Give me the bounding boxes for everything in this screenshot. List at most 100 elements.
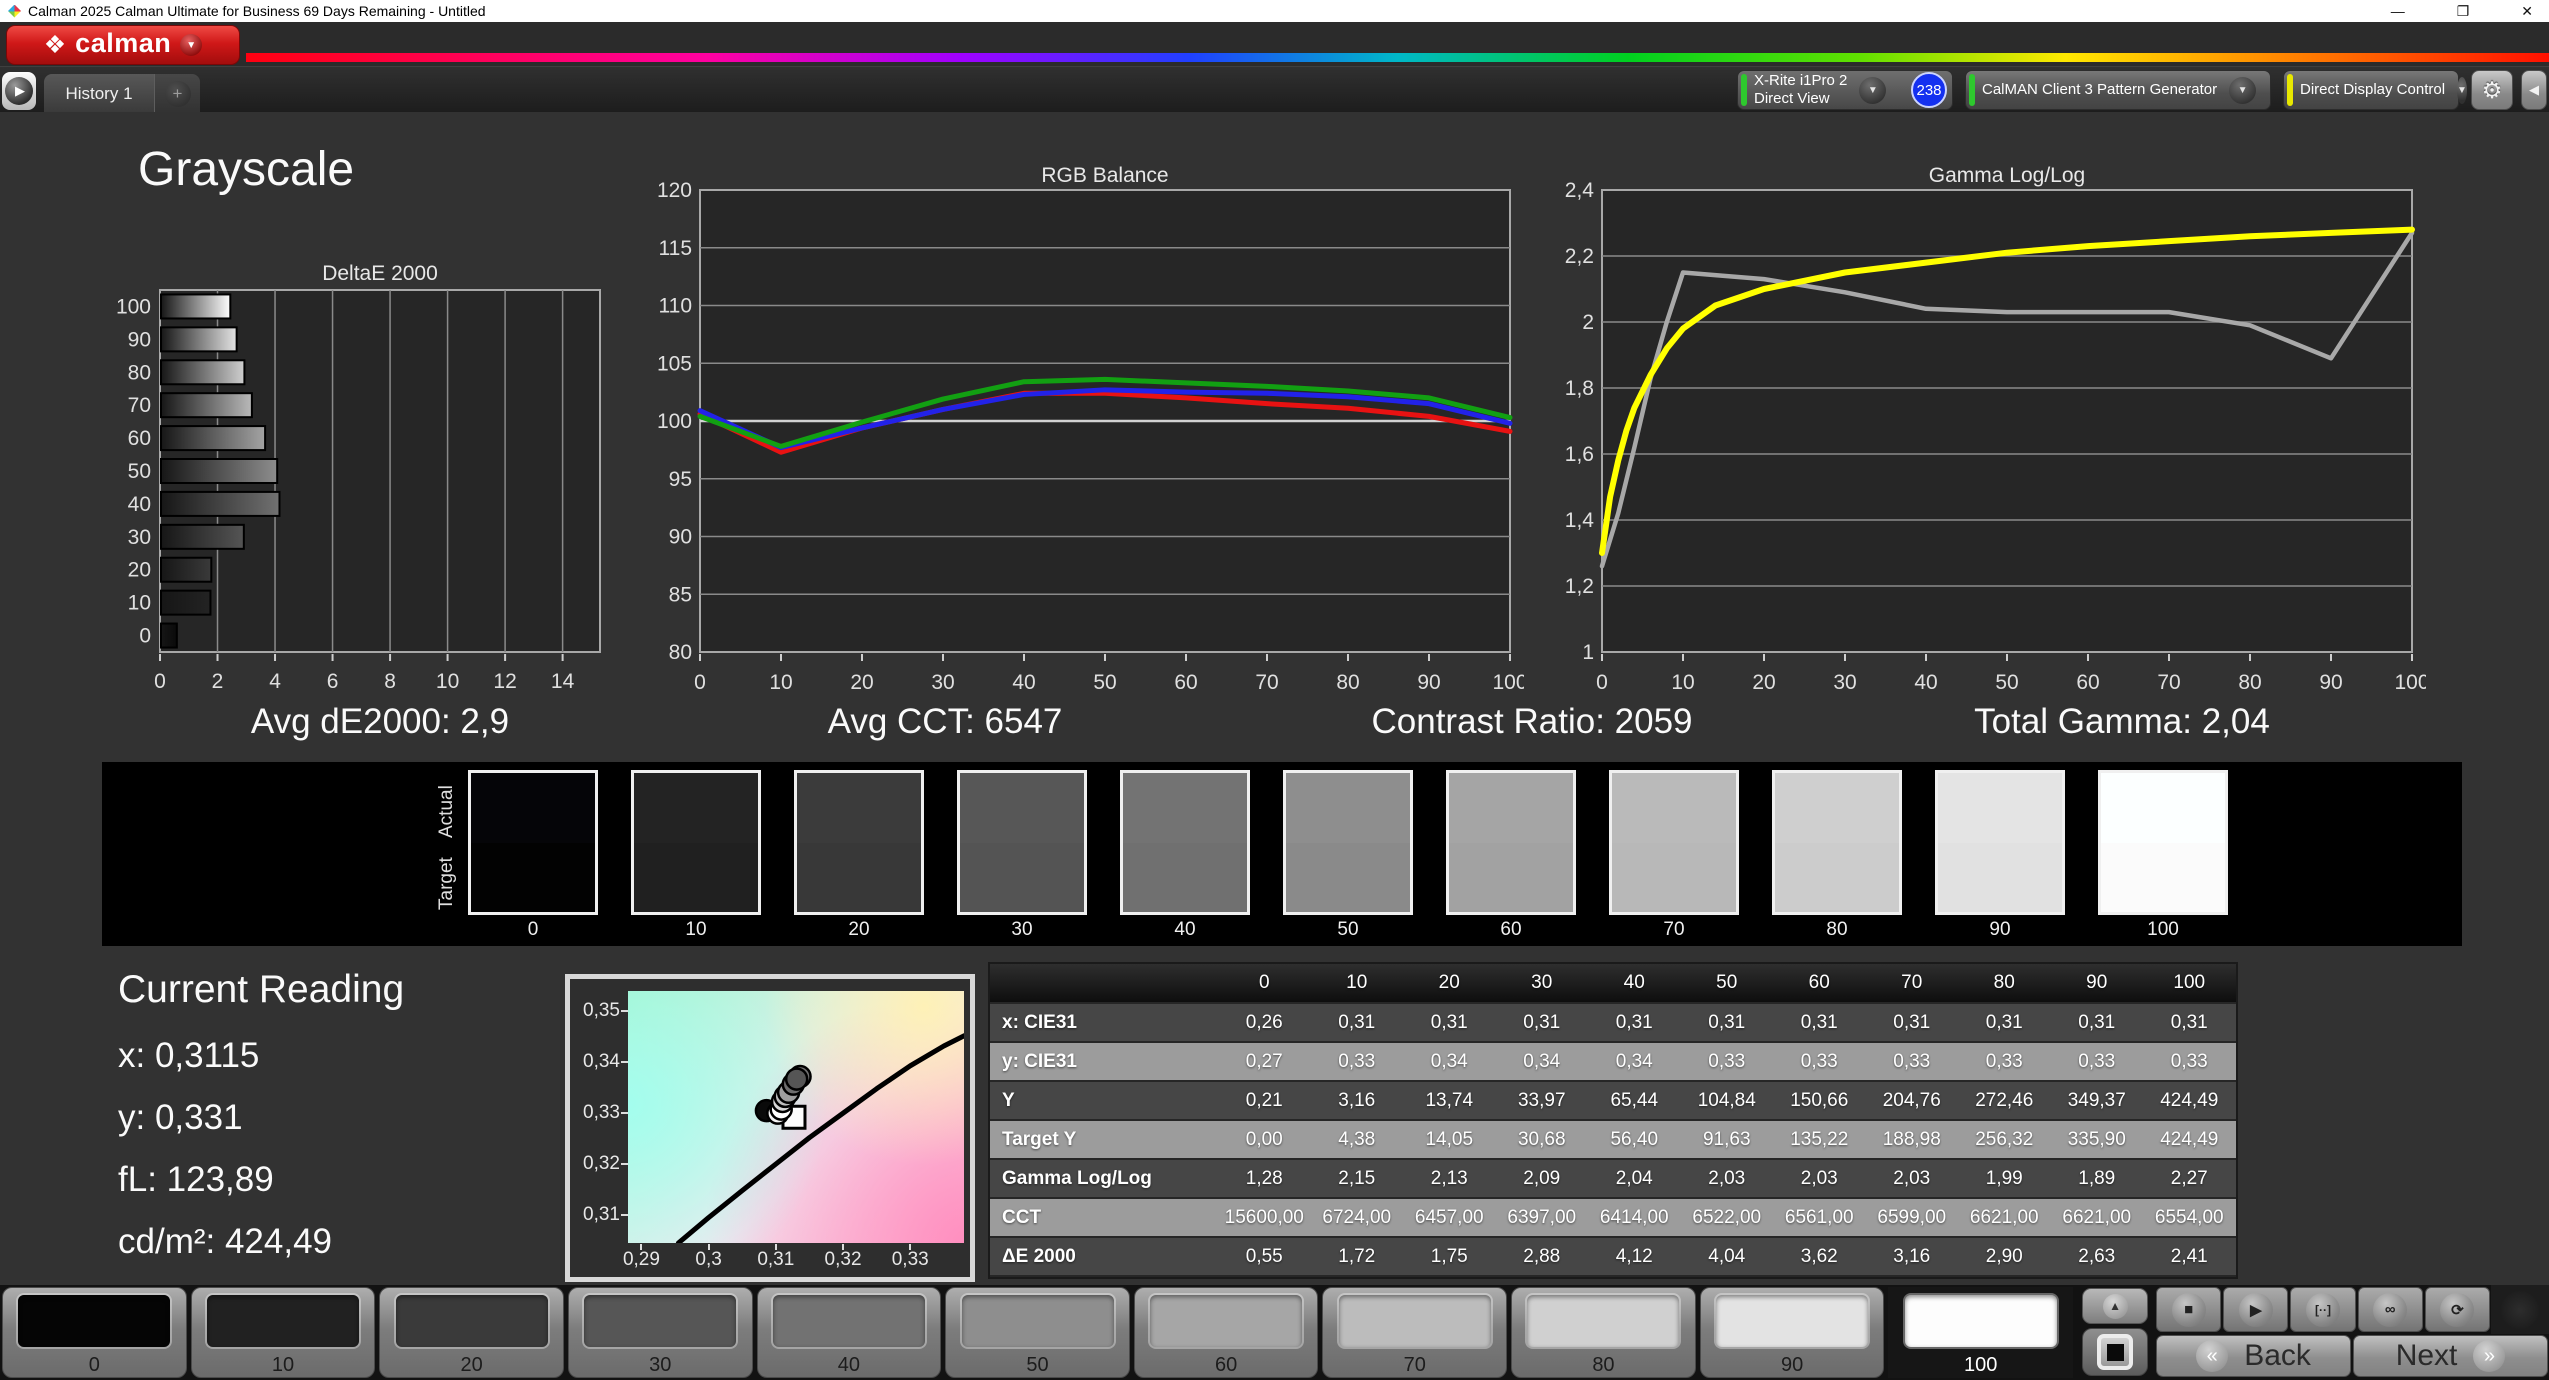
- table-cell: 2,90: [1985, 1245, 2023, 1267]
- collapse-panel-button[interactable]: ◀: [2521, 70, 2547, 110]
- display-control-dropdown[interactable]: Direct Display Control ▼: [2283, 70, 2467, 110]
- step-icon: [··]: [2306, 1292, 2341, 1327]
- current-reading-panel: Current Reading x: 0,3115 y: 0,331 fL: 123…: [118, 968, 404, 1284]
- pattern-generator-chevron-down-icon[interactable]: ▼: [2229, 76, 2257, 104]
- table-cell: 0,00: [1245, 1128, 1283, 1150]
- pattern-level-button-30[interactable]: 30: [567, 1287, 753, 1378]
- spectrum-gradient-bar: [246, 53, 2549, 62]
- table-row-label: CCT: [1002, 1206, 1042, 1228]
- table-cell: 14,05: [1425, 1128, 1474, 1150]
- svg-text:20: 20: [850, 671, 873, 694]
- pattern-level-button-90[interactable]: 90: [1699, 1287, 1885, 1378]
- svg-text:80: 80: [2238, 671, 2261, 694]
- pattern-generator-dropdown[interactable]: CalMAN Client 3 Pattern Generator ▼: [1965, 70, 2271, 110]
- table-row[interactable]: ΔE 2000 0,55 1,72 1,75 2,88 4,12 4,04 3,62 3,16 2…: [990, 1238, 2236, 1277]
- settings-button[interactable]: ⚙: [2471, 70, 2513, 110]
- pattern-generator-label: CalMAN Client 3 Pattern Generator: [1982, 81, 2218, 98]
- strip-target-label: Target: [436, 857, 457, 911]
- table-row[interactable]: Y 0,21 3,16 13,74 33,97 65,44 104,84 150,66 204,…: [990, 1082, 2236, 1121]
- calman-menu-button[interactable]: ❖ calman ▼: [6, 25, 240, 65]
- svg-text:70: 70: [1255, 671, 1278, 694]
- pattern-level-button-10[interactable]: 10: [190, 1287, 376, 1378]
- svg-text:70: 70: [128, 394, 151, 417]
- refresh-button[interactable]: ⟳: [2424, 1287, 2491, 1332]
- maximize-icon[interactable]: ❐: [2457, 3, 2470, 20]
- minimize-icon[interactable]: —: [2391, 3, 2405, 20]
- table-header-cell: [990, 964, 1218, 1002]
- pattern-bar-expand-button[interactable]: ▲: [2082, 1288, 2149, 1324]
- svg-text:95: 95: [669, 468, 692, 491]
- svg-text:2,2: 2,2: [1565, 245, 1594, 268]
- svg-text:100: 100: [2394, 671, 2426, 694]
- table-row[interactable]: Gamma Log/Log 1,28 2,15 2,13 2,09 2,04 2,03 2,0…: [990, 1160, 2236, 1199]
- pattern-level-button-60[interactable]: 60: [1133, 1287, 1319, 1378]
- svg-text:2,4: 2,4: [1565, 180, 1595, 202]
- table-cell: 6724,00: [1322, 1206, 1392, 1228]
- loop-button[interactable]: ∞: [2357, 1287, 2423, 1332]
- meter-group: X-Rite i1Pro 2 Direct View ▼ 238: [1737, 70, 1953, 110]
- next-button[interactable]: Next »: [2353, 1335, 2549, 1377]
- close-icon[interactable]: ✕: [2521, 3, 2533, 20]
- pattern-window-button[interactable]: [2082, 1328, 2149, 1376]
- measurement-table[interactable]: 0 10 20 30 40 50 60 70 80 90 100 x: CIE31 0,26 0,31 0,…: [988, 962, 2238, 1279]
- pattern-level-button-50[interactable]: 50: [945, 1287, 1130, 1378]
- table-cell: 4,38: [1338, 1128, 1376, 1150]
- stop-button[interactable]: ■: [2156, 1287, 2222, 1332]
- collapse-left-icon: ◀: [2529, 82, 2539, 97]
- table-cell: 6414,00: [1599, 1206, 1669, 1228]
- table-header-cell: 70: [1901, 972, 1923, 993]
- back-button[interactable]: « Back: [2156, 1335, 2352, 1377]
- meter-count-badge[interactable]: 238: [1911, 72, 1947, 108]
- pattern-level-button-100[interactable]: 100: [1888, 1287, 2074, 1378]
- table-cell: 0,34: [1430, 1050, 1468, 1072]
- svg-text:80: 80: [1336, 671, 1359, 694]
- table-cell: 2,88: [1523, 1245, 1561, 1267]
- svg-text:60: 60: [2076, 671, 2099, 694]
- pattern-level-button-80[interactable]: 80: [1511, 1287, 1696, 1378]
- svg-text:115: 115: [659, 237, 692, 260]
- up-arrow-icon: ▲: [2102, 1293, 2128, 1319]
- play-icon: ▶: [2238, 1292, 2273, 1327]
- tab-history-1[interactable]: History 1: [44, 74, 154, 113]
- rgb-balance-line-chart: 120 115 110 105 100 95 90 85 80 0 10 20 30 40 50 60 70 80…: [654, 179, 1528, 704]
- table-cell: 0,33: [2078, 1050, 2116, 1072]
- meter-chevron-down-icon[interactable]: ▼: [1859, 76, 1887, 104]
- transport-row: ■ ▶ [··] ∞ ⟳: [2155, 1285, 2549, 1334]
- table-cell: 0,31: [1338, 1011, 1376, 1033]
- table-cell: 3,62: [1800, 1245, 1838, 1267]
- transport-indicator-well: [2491, 1285, 2549, 1334]
- add-tab-button[interactable]: +: [154, 74, 200, 113]
- meter-name: X-Rite i1Pro 2: [1754, 72, 1848, 89]
- grayscale-strip-panel: Actual Target 0 10 20 30 40 50 60 70 80 90 100: [102, 762, 2462, 946]
- pattern-bar-controls: ▲ ■ ▶ [··] ∞ ⟳ « Back Next »: [2075, 1285, 2549, 1380]
- current-reading-value: y: 0,331: [118, 1098, 243, 1137]
- table-cell: 33,97: [1517, 1089, 1566, 1111]
- meter-dropdown[interactable]: X-Rite i1Pro 2 Direct View ▼: [1738, 71, 1906, 109]
- table-cell: 256,32: [1975, 1128, 2034, 1150]
- table-cell: 0,31: [1523, 1011, 1561, 1033]
- table-cell: 6522,00: [1692, 1206, 1762, 1228]
- step-button[interactable]: [··]: [2290, 1287, 2356, 1332]
- pattern-level-button-70[interactable]: 70: [1322, 1287, 1508, 1378]
- grayscale-swatch: 20: [794, 770, 924, 941]
- table-cell: 3,16: [1893, 1245, 1931, 1267]
- logo-row: ❖ calman ▼: [0, 22, 2549, 66]
- table-row[interactable]: y: CIE31 0,27 0,33 0,34 0,34 0,34 0,33 0,33 0,33…: [990, 1043, 2236, 1082]
- svg-text:105: 105: [657, 352, 692, 375]
- play-button[interactable]: ▶: [2223, 1287, 2289, 1332]
- svg-text:12: 12: [493, 670, 516, 693]
- pattern-level-button-40[interactable]: 40: [756, 1287, 942, 1378]
- table-row[interactable]: x: CIE31 0,26 0,31 0,31 0,31 0,31 0,31 0,31 0,31…: [990, 1004, 2236, 1043]
- pattern-level-button-20[interactable]: 20: [379, 1287, 564, 1378]
- table-cell: 104,84: [1697, 1089, 1756, 1111]
- pattern-level-button-0[interactable]: 0: [2, 1287, 187, 1378]
- tab-scroll-button[interactable]: ▶: [2, 72, 36, 110]
- table-row[interactable]: Target Y 0,00 4,38 14,05 30,68 56,40 91,63 135,…: [990, 1121, 2236, 1160]
- table-cell: 0,34: [1615, 1050, 1653, 1072]
- svg-text:0: 0: [139, 625, 151, 648]
- calman-menu-chevron-down-icon[interactable]: ▼: [180, 34, 203, 56]
- display-control-chevron-down-icon[interactable]: ▼: [2457, 76, 2467, 104]
- table-row[interactable]: CCT 15600,00 6724,00 6457,00 6397,00 6414,00 6…: [990, 1199, 2236, 1238]
- svg-text:2: 2: [1582, 311, 1594, 334]
- svg-text:6: 6: [327, 670, 339, 693]
